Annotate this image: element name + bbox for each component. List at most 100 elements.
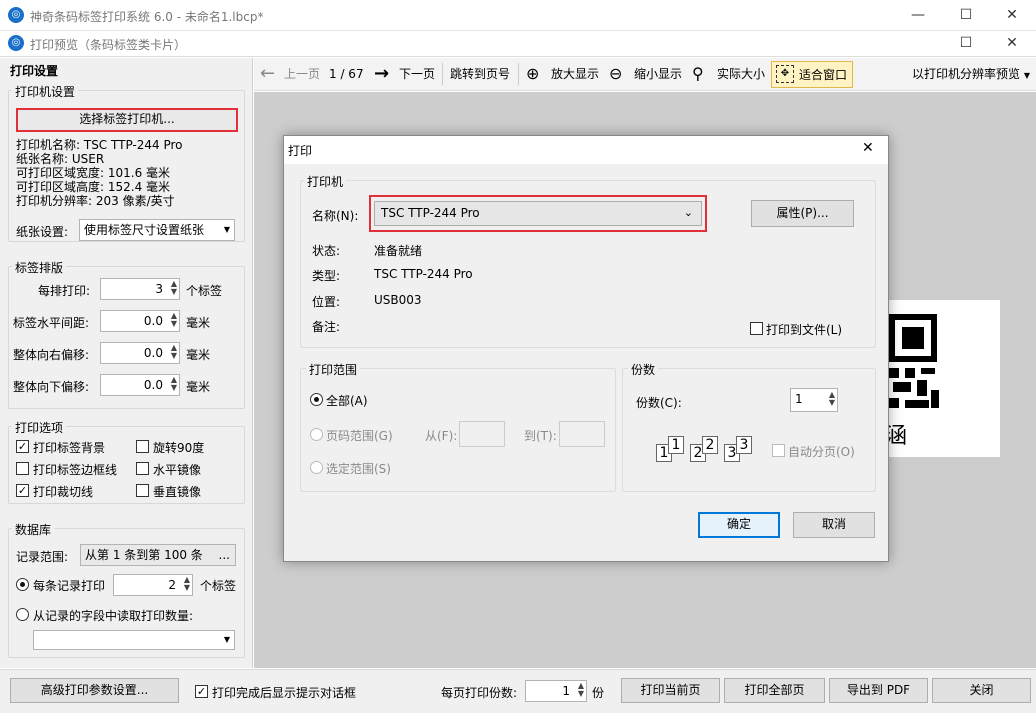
range-more-button[interactable]: ...	[219, 545, 230, 565]
paper-setting-select[interactable]: 使用标签尺寸设置纸张 ▼	[79, 219, 235, 241]
range-selection-radio[interactable]	[310, 461, 323, 474]
range-pages-label: 页码范围(G)	[326, 429, 393, 443]
range-selection-label: 选定范围(S)	[326, 462, 391, 476]
print-cutline-checkbox[interactable]: ✓	[16, 484, 29, 497]
printer-name-select[interactable]: TSC TTP-244 Pro ⌄	[374, 201, 702, 226]
printer-info-paper: 纸张名称: USER	[16, 152, 105, 166]
spinner-arrows-icon: ▲ ▼	[828, 390, 835, 407]
spinner-arrows-icon: ▲ ▼	[170, 279, 177, 296]
print-current-page-button[interactable]: 打印当前页	[621, 678, 720, 703]
preview-app-icon: ◎	[8, 35, 24, 51]
dialog-close-button[interactable]: ✕	[862, 140, 874, 156]
printer-group-title: 打印机	[304, 173, 347, 190]
show-prompt-checkbox[interactable]: ✓	[195, 685, 208, 698]
offset-right-label: 整体向右偏移:	[13, 348, 90, 362]
offset-down-label: 整体向下偏移:	[13, 380, 90, 394]
record-range-label: 记录范围:	[16, 550, 69, 564]
toolbar-separator	[518, 63, 519, 85]
range-to-input[interactable]	[559, 421, 605, 447]
zoom-out-button[interactable]: 缩小显示	[634, 58, 682, 90]
minimize-button[interactable]: —	[904, 5, 932, 25]
range-from-label: 从(F):	[425, 429, 458, 443]
resolution-preview-select[interactable]: 以打印机分辨率预览 ▼	[912, 58, 1030, 92]
offset-down-stepper[interactable]: 0.0 ▲ ▼	[100, 374, 180, 396]
properties-button[interactable]: 属性(P)...	[751, 200, 854, 227]
from-field-radio[interactable]	[16, 608, 29, 621]
ok-button[interactable]: 确定	[698, 512, 780, 538]
settings-title: 打印设置	[10, 64, 59, 78]
rotate-90-label: 旋转90度	[153, 441, 205, 455]
print-border-label: 打印标签边框线	[33, 463, 118, 477]
offset-right-stepper[interactable]: 0.0 ▲ ▼	[100, 342, 180, 364]
dropdown-arrow-icon: ▼	[1023, 71, 1030, 80]
per-record-stepper[interactable]: 2 ▲ ▼	[113, 574, 193, 596]
h-spacing-stepper[interactable]: 0.0 ▲ ▼	[100, 310, 180, 332]
print-to-file-checkbox[interactable]	[750, 322, 763, 335]
record-range-field[interactable]: 从第 1 条到第 100 条 ...	[80, 544, 236, 566]
paper-setting-value: 使用标签尺寸设置纸张	[84, 223, 205, 237]
chevron-down-icon: ⌄	[683, 206, 693, 219]
export-pdf-button[interactable]: 导出到 PDF	[829, 678, 928, 703]
label-preview-card: 涵	[885, 300, 1000, 457]
close-button[interactable]: 关闭	[932, 678, 1031, 703]
arrow-right-icon: →	[374, 63, 390, 84]
copies-stepper[interactable]: 1 ▲ ▼	[790, 388, 838, 412]
rotate-90-checkbox[interactable]	[136, 440, 149, 453]
v-mirror-checkbox[interactable]	[136, 484, 149, 497]
spinner-arrows-icon: ▲ ▼	[170, 343, 177, 360]
per-record-radio[interactable]	[16, 578, 29, 591]
preview-toolbar: ← 上一页 1 / 67 → 下一页 跳转到页号 ⊕ 放大显示 ⊖ 缩小显示 ⚲…	[254, 58, 1036, 91]
range-from-input[interactable]	[459, 421, 505, 447]
printer-info-height: 可打印区域高度: 152.4 毫米	[16, 180, 171, 194]
range-pages-radio[interactable]	[310, 428, 323, 441]
printer-info-width: 可打印区域宽度: 101.6 毫米	[16, 166, 171, 180]
copies-per-page-label: 每页打印份数:	[441, 686, 518, 700]
maximize-button[interactable]: ☐	[952, 5, 980, 25]
comment-label: 备注:	[312, 320, 341, 334]
qr-code-icon	[889, 314, 939, 408]
per-row-stepper[interactable]: 3 ▲ ▼	[100, 278, 180, 300]
toolbar-separator	[442, 63, 443, 85]
zoom-in-button[interactable]: 放大显示	[551, 58, 599, 90]
copies-label: 份数(C):	[636, 396, 682, 410]
preview-close-button[interactable]: ✕	[998, 33, 1026, 53]
collate-pages-icon: 1 1 2 2 3 3	[656, 434, 756, 464]
range-all-radio[interactable]	[310, 393, 323, 406]
spinner-arrows-icon: ▲ ▼	[577, 681, 584, 698]
copies-per-page-stepper[interactable]: 1 ▲ ▼	[525, 680, 587, 702]
close-window-button[interactable]: ✕	[998, 5, 1026, 25]
show-prompt-label: 打印完成后显示提示对话框	[212, 686, 357, 700]
h-spacing-label: 标签水平间距:	[13, 316, 90, 330]
database-title: 数据库	[12, 521, 55, 538]
print-border-checkbox[interactable]	[16, 462, 29, 475]
range-to-label: 到(T):	[524, 429, 557, 443]
preview-maximize-button[interactable]: ☐	[952, 33, 980, 53]
print-background-checkbox[interactable]: ✓	[16, 440, 29, 453]
printer-info-resolution: 打印机分辨率: 203 像素/英寸	[16, 194, 175, 208]
prev-page-button[interactable]: 上一页	[284, 58, 320, 90]
per-record-label: 每条记录打印	[33, 579, 106, 593]
layout-group-title: 标签排版	[12, 259, 67, 276]
print-cutline-label: 打印裁切线	[33, 485, 94, 499]
advanced-settings-button[interactable]: 高级打印参数设置...	[10, 678, 179, 703]
fit-window-button[interactable]: ✥ 适合窗口	[771, 61, 853, 88]
dialog-title-bar: 打印 ✕	[284, 136, 888, 164]
collate-checkbox[interactable]	[772, 444, 785, 457]
cancel-button[interactable]: 取消	[793, 512, 875, 538]
spinner-arrows-icon: ▲ ▼	[183, 575, 190, 592]
page-indicator: 1 / 67	[329, 67, 364, 81]
next-page-button[interactable]: 下一页	[399, 58, 435, 90]
print-all-pages-button[interactable]: 打印全部页	[724, 678, 825, 703]
offset-down-unit: 毫米	[186, 380, 211, 394]
zoom-out-icon: ⊖	[609, 64, 623, 83]
goto-page-button[interactable]: 跳转到页号	[450, 58, 510, 90]
h-mirror-checkbox[interactable]	[136, 462, 149, 475]
type-label: 类型:	[312, 269, 341, 283]
printer-settings-title: 打印机设置	[12, 83, 79, 100]
select-printer-button[interactable]: 选择标签打印机...	[16, 108, 238, 132]
print-to-file-label: 打印到文件(L)	[766, 323, 843, 337]
actual-size-button[interactable]: 实际大小	[717, 58, 765, 90]
copies-group-title: 份数	[628, 361, 659, 378]
field-select[interactable]: ▼	[33, 630, 235, 650]
offset-right-unit: 毫米	[186, 348, 211, 362]
